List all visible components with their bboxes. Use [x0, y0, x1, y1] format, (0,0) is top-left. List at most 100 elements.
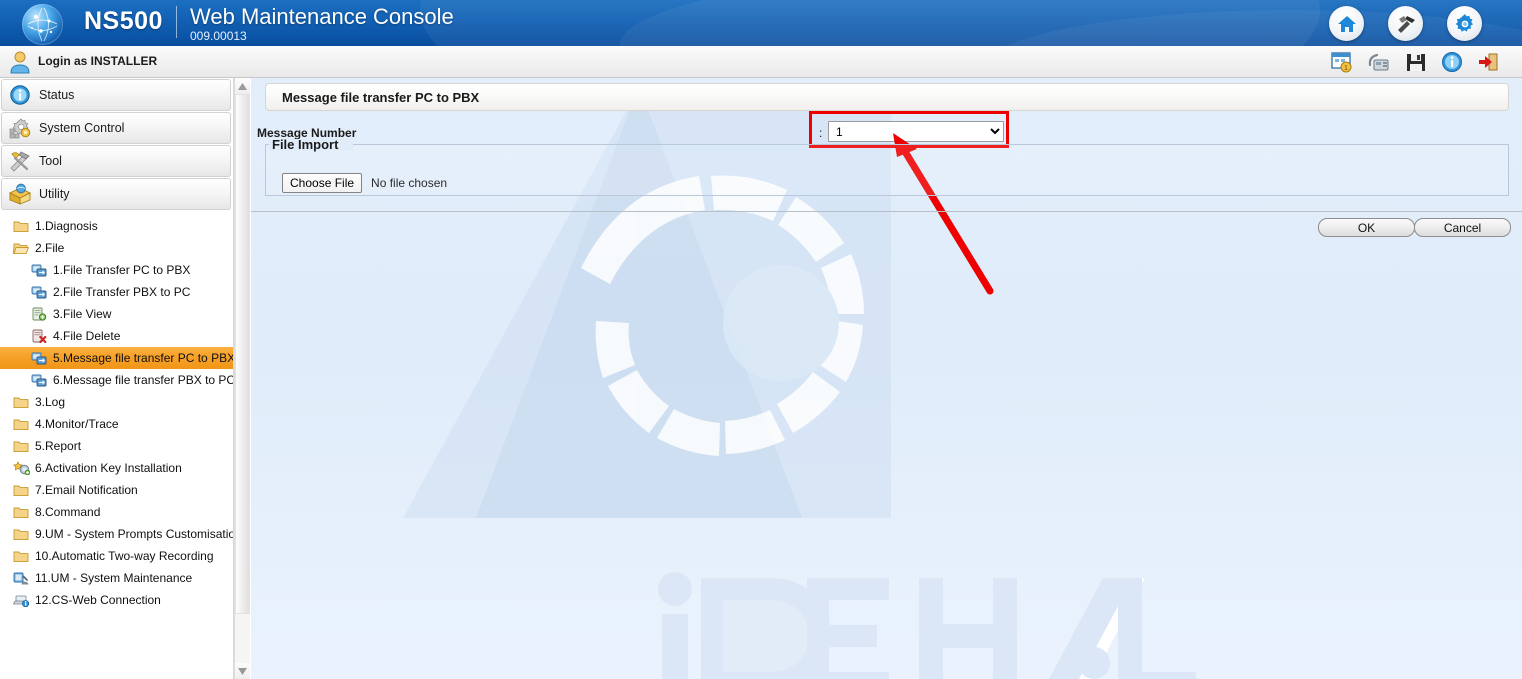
sidebar-item-label: 6.Activation Key Installation [35, 461, 182, 475]
settings-button[interactable] [1447, 6, 1482, 41]
body-area: Status System Control Tool Utility 1.Dia… [0, 78, 1522, 679]
triangle-up-icon [238, 77, 247, 95]
sidebar-item-label: 8.Command [35, 505, 101, 519]
file-delete-icon [30, 328, 48, 344]
tools-hammer-icon [1395, 14, 1417, 34]
sidebar-category-label: Tool [39, 154, 62, 168]
system-gear-icon [7, 116, 33, 140]
sidebar-item-label: 3.Log [35, 395, 66, 409]
sidebar-category-label: System Control [39, 121, 125, 135]
folder-closed-icon [12, 548, 30, 564]
panel-title-text: Message file transfer PC to PBX [282, 89, 480, 105]
sidebar-scrollbar[interactable] [234, 78, 250, 679]
sidebar-item-4-file-delete[interactable]: 4.File Delete [0, 325, 233, 347]
sidebar-item-7-email-notification[interactable]: 7.Email Notification [0, 479, 233, 501]
save-icon[interactable] [1405, 51, 1427, 73]
folder-open-icon [12, 240, 30, 256]
gear-icon [1454, 13, 1476, 35]
logout-icon[interactable] [1477, 51, 1499, 73]
message-number-colon: : [819, 126, 823, 140]
scrollbar-down-button[interactable] [235, 663, 250, 679]
um-maintenance-icon [12, 570, 30, 586]
panel-title-bar: Message file transfer PC to PBX [265, 83, 1509, 111]
sidebar-item-3-file-view[interactable]: 3.File View [0, 303, 233, 325]
scrollbar-track[interactable] [235, 94, 250, 663]
file-import-legend-line [265, 144, 1509, 145]
sidebar-item-label: 4.File Delete [53, 329, 121, 343]
sidebar-category-tool[interactable]: Tool [1, 145, 231, 177]
page-title: Web Maintenance Console [190, 4, 454, 29]
telephone-icon[interactable] [1368, 51, 1390, 73]
sidebar-item-2-file[interactable]: 2.File [0, 237, 233, 259]
message-transfer-icon [30, 350, 48, 366]
activation-key-icon [12, 460, 30, 476]
sidebar-item-10-automatic-two-way-recording[interactable]: 10.Automatic Two-way Recording [0, 545, 233, 567]
sidebar-item-label: 12.CS-Web Connection [35, 593, 161, 607]
home-icon [1336, 14, 1358, 34]
file-transfer-icon [30, 262, 48, 278]
sidebar-item-label: 2.File Transfer PBX to PC [53, 285, 191, 299]
app-header: NS500 Web Maintenance Console 009.00013 [0, 0, 1522, 46]
triangle-down-icon [238, 662, 247, 679]
sidebar-item-label: 5.Message file transfer PC to PBX [53, 351, 234, 365]
login-bar: Login as INSTALLER 1 [0, 46, 1522, 78]
sidebar-item-label: 6.Message file transfer PBX to PC [53, 373, 234, 387]
sidebar-item-label: 1.File Transfer PC to PBX [53, 263, 191, 277]
sidebar-item-4-monitor-trace[interactable]: 4.Monitor/Trace [0, 413, 233, 435]
sidebar-item-6-activation-key-installation[interactable]: 6.Activation Key Installation [0, 457, 233, 479]
main-content: Gostar Message file transfer PC to PBX M… [251, 78, 1522, 679]
ok-button[interactable]: OK [1318, 218, 1415, 237]
sidebar-item-label: 2.File [35, 241, 65, 255]
sidebar-item-label: 3.File View [53, 307, 112, 321]
info-icon[interactable] [1441, 51, 1463, 73]
sidebar-item-label: 7.Email Notification [35, 483, 138, 497]
sidebar-item-5-report[interactable]: 5.Report [0, 435, 233, 457]
sidebar-category-utility[interactable]: Utility [1, 178, 231, 210]
no-file-chosen-text: No file chosen [371, 176, 448, 190]
sidebar-item-label: 11.UM - System Maintenance [35, 571, 193, 585]
sidebar-item-label: 10.Automatic Two-way Recording [35, 549, 214, 563]
sidebar-tree: 1.Diagnosis 2.File 1.File Transfer PC to P… [0, 211, 233, 611]
file-input-row: Choose File No file chosen [282, 173, 447, 193]
sidebar-category-label: Status [39, 88, 75, 102]
content-divider [251, 211, 1522, 212]
brand-divider [176, 6, 177, 38]
sidebar-category-label: Utility [39, 187, 70, 201]
home-button[interactable] [1329, 6, 1364, 41]
login-status-text: Login as INSTALLER [38, 54, 158, 68]
sidebar-item-11-um-system-maintenance[interactable]: 11.UM - System Maintenance [0, 567, 233, 589]
scrollbar-thumb[interactable] [235, 94, 250, 614]
sidebar-item-12-cs-web-connection[interactable]: 12.CS-Web Connection [0, 589, 233, 611]
globe-logo-icon [22, 4, 63, 45]
sidebar-item-label: 9.UM - System Prompts Customisation [35, 527, 234, 541]
sidebar-item-1-diagnosis[interactable]: 1.Diagnosis [0, 215, 233, 237]
folder-closed-icon [12, 504, 30, 520]
folder-closed-icon [12, 394, 30, 410]
sidebar-item-5-message-file-transfer-pc-to-pbx[interactable]: 5.Message file transfer PC to PBX [0, 347, 233, 369]
folder-closed-icon [12, 526, 30, 542]
scrollbar-up-button[interactable] [235, 78, 250, 94]
file-import-group [265, 144, 1509, 196]
choose-file-button[interactable]: Choose File [282, 173, 363, 193]
sidebar-item-2-file-transfer-pbx-to-pc[interactable]: 2.File Transfer PBX to PC [0, 281, 233, 303]
sidebar-item-1-file-transfer-pc-to-pbx[interactable]: 1.File Transfer PC to PBX [0, 259, 233, 281]
sidebar-item-3-log[interactable]: 3.Log [0, 391, 233, 413]
message-number-select[interactable]: 12345678910 [828, 121, 1004, 142]
file-import-legend: File Import [272, 137, 339, 152]
cancel-button[interactable]: Cancel [1414, 218, 1511, 237]
folder-closed-icon [12, 218, 30, 234]
date-time-icon[interactable]: 1 [1331, 51, 1353, 73]
sidebar-category-system-control[interactable]: System Control [1, 112, 231, 144]
folder-closed-icon [12, 438, 30, 454]
sidebar-category-status[interactable]: Status [1, 79, 231, 111]
file-transfer-icon [30, 284, 48, 300]
file-view-icon [30, 306, 48, 322]
sidebar-item-9-um-system-prompts-customisation[interactable]: 9.UM - System Prompts Customisation [0, 523, 233, 545]
sidebar-item-label: 4.Monitor/Trace [35, 417, 119, 431]
sidebar-item-6-message-file-transfer-pbx-to-pc[interactable]: 6.Message file transfer PBX to PC [0, 369, 233, 391]
user-avatar-icon [9, 50, 31, 74]
app-version: 009.00013 [190, 29, 247, 43]
web-connection-icon [12, 592, 30, 608]
sidebar-item-8-command[interactable]: 8.Command [0, 501, 233, 523]
tools-button[interactable] [1388, 6, 1423, 41]
